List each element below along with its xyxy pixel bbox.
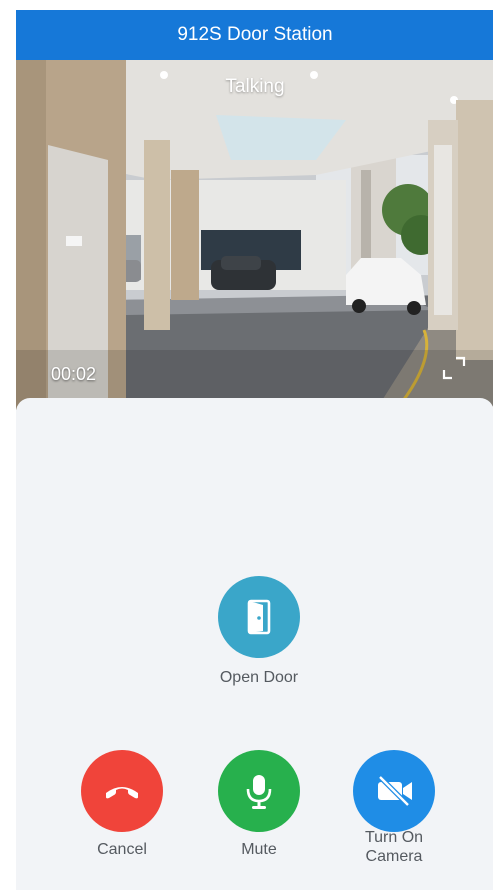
- intercom-call-screen: 912S Door Station Talking 00:02 Open Doo…: [16, 10, 493, 890]
- mute-label: Mute: [241, 841, 277, 858]
- cancel-label: Cancel: [97, 841, 147, 858]
- hang-up-icon: [106, 787, 138, 799]
- fullscreen-icon[interactable]: [442, 356, 466, 380]
- camera-off-icon: [378, 775, 412, 807]
- camera-label-line1: Turn On: [364, 829, 424, 846]
- title-bar: 912S Door Station: [16, 10, 493, 60]
- camera-toggle-label: Turn On Camera: [344, 828, 444, 866]
- call-timer: 00:02: [51, 364, 97, 384]
- open-door-button[interactable]: [218, 576, 300, 658]
- door-icon: [247, 599, 271, 635]
- open-door-label: Open Door: [219, 669, 299, 686]
- page-title: 912S Door Station: [177, 24, 333, 45]
- mute-button[interactable]: [218, 750, 300, 832]
- cancel-button[interactable]: [81, 750, 163, 832]
- controls-panel: Open Door Cancel Mute Turn On Camera: [16, 398, 493, 890]
- call-status: Talking: [225, 76, 285, 97]
- camera-toggle-button[interactable]: [353, 750, 435, 832]
- camera-label-line2: Camera: [365, 848, 423, 865]
- microphone-icon: [246, 775, 272, 809]
- camera-scene-image: [16, 60, 493, 410]
- video-feed[interactable]: Talking 00:02: [16, 60, 493, 410]
